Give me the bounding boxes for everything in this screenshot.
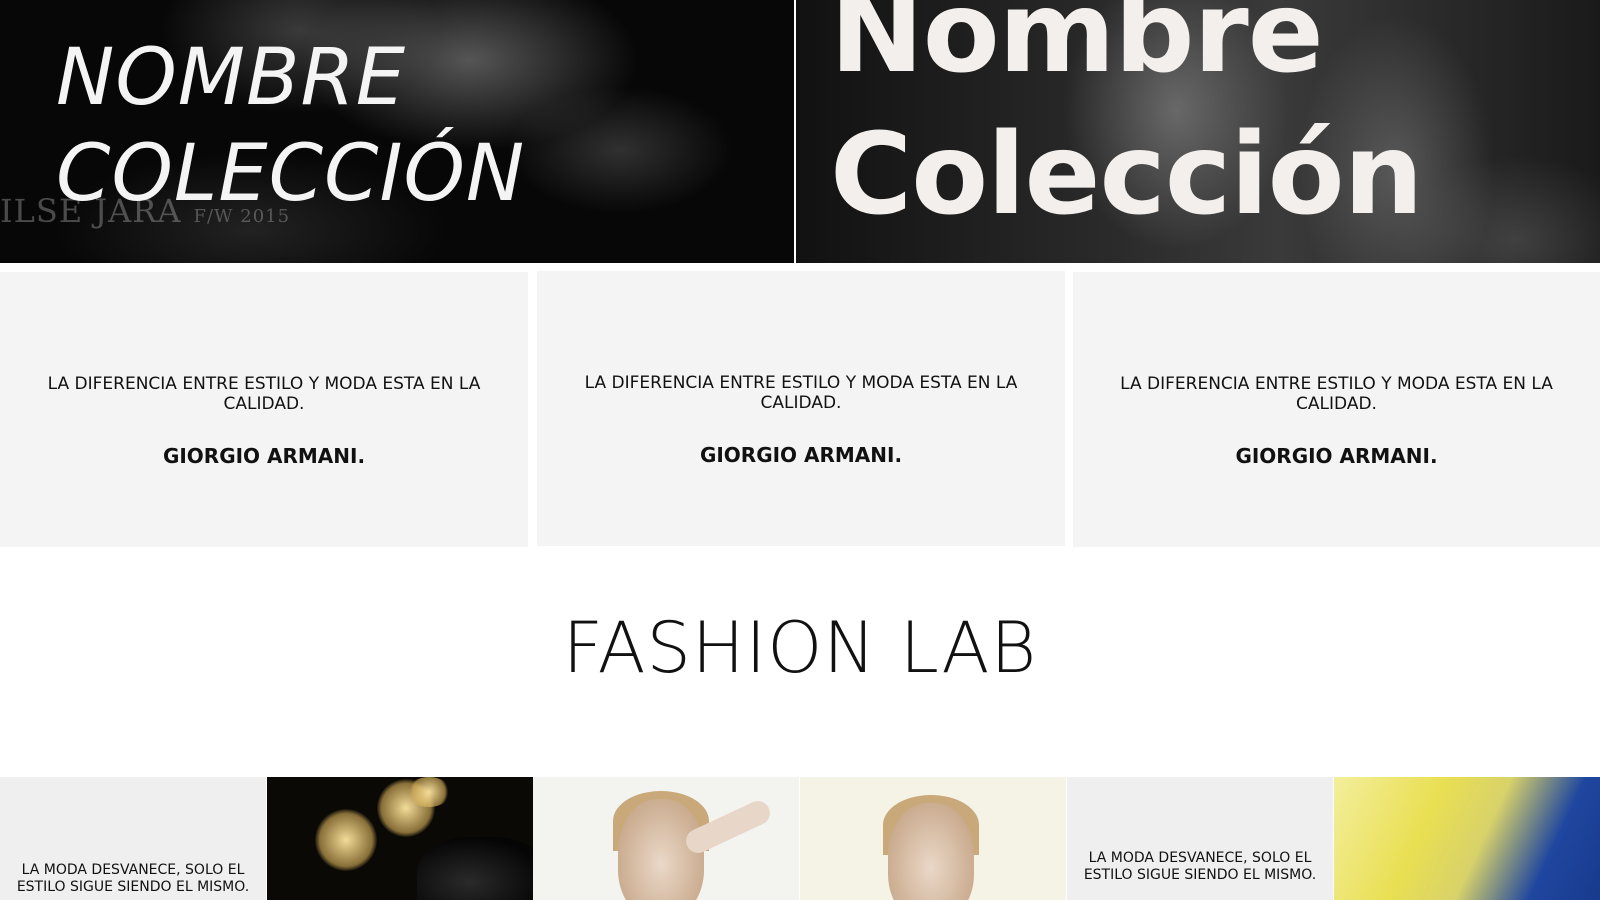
- section-title: FASHION LAB: [562, 607, 1038, 689]
- bokeh-light: [407, 777, 451, 807]
- hero-left-title: NOMBRE COLECCIÓN: [56, 30, 525, 222]
- quote-author: GIORGIO ARMANI.: [1235, 444, 1438, 468]
- gallery-tile-text: LA MODA DESVANECE, SOLO EL ESTILO SIGUE …: [16, 862, 250, 895]
- bokeh-light: [315, 809, 377, 871]
- model-face: [888, 803, 974, 900]
- quote-text: LA DIFERENCIA ENTRE ESTILO Y MODA ESTA E…: [47, 374, 481, 414]
- gallery-tile-image[interactable]: [267, 777, 533, 900]
- hero-collection-left[interactable]: ILSE JARA F/W 2015 NOMBRE COLECCIÓN: [0, 0, 794, 263]
- quote-card: LA DIFERENCIA ENTRE ESTILO Y MODA ESTA E…: [1073, 272, 1600, 547]
- hero-collection-right[interactable]: Nombre Colección: [796, 0, 1600, 263]
- hero-right-title-line1: Nombre: [830, 0, 1324, 98]
- gallery-tile-image[interactable]: [800, 777, 1066, 900]
- gallery-tile-quote[interactable]: LA MODA DESVANECE, SOLO EL ESTILO SIGUE …: [1067, 777, 1333, 900]
- quote-card: LA DIFERENCIA ENTRE ESTILO Y MODA ESTA E…: [537, 271, 1065, 546]
- quote-text: LA DIFERENCIA ENTRE ESTILO Y MODA ESTA E…: [584, 373, 1018, 413]
- hero-left-title-line2: COLECCIÓN: [56, 129, 526, 219]
- hero-right-title-line2: Colección: [830, 110, 1423, 240]
- quote-author: GIORGIO ARMANI.: [699, 443, 903, 467]
- gallery-tile-image[interactable]: [533, 777, 799, 900]
- model-hair: [417, 837, 533, 900]
- gallery-tile-image[interactable]: [1334, 777, 1600, 900]
- quote-text: LA DIFERENCIA ENTRE ESTILO Y MODA ESTA E…: [1120, 374, 1553, 414]
- hero-right-title: Nombre Colección: [830, 0, 1423, 246]
- gallery-tile-text: LA MODA DESVANECE, SOLO EL ESTILO SIGUE …: [1083, 850, 1317, 883]
- quote-card: LA DIFERENCIA ENTRE ESTILO Y MODA ESTA E…: [0, 272, 528, 547]
- quote-author: GIORGIO ARMANI.: [162, 444, 366, 468]
- hero-left-title-line1: NOMBRE: [56, 33, 407, 123]
- gallery-tile-quote[interactable]: LA MODA DESVANECE, SOLO EL ESTILO SIGUE …: [0, 777, 266, 900]
